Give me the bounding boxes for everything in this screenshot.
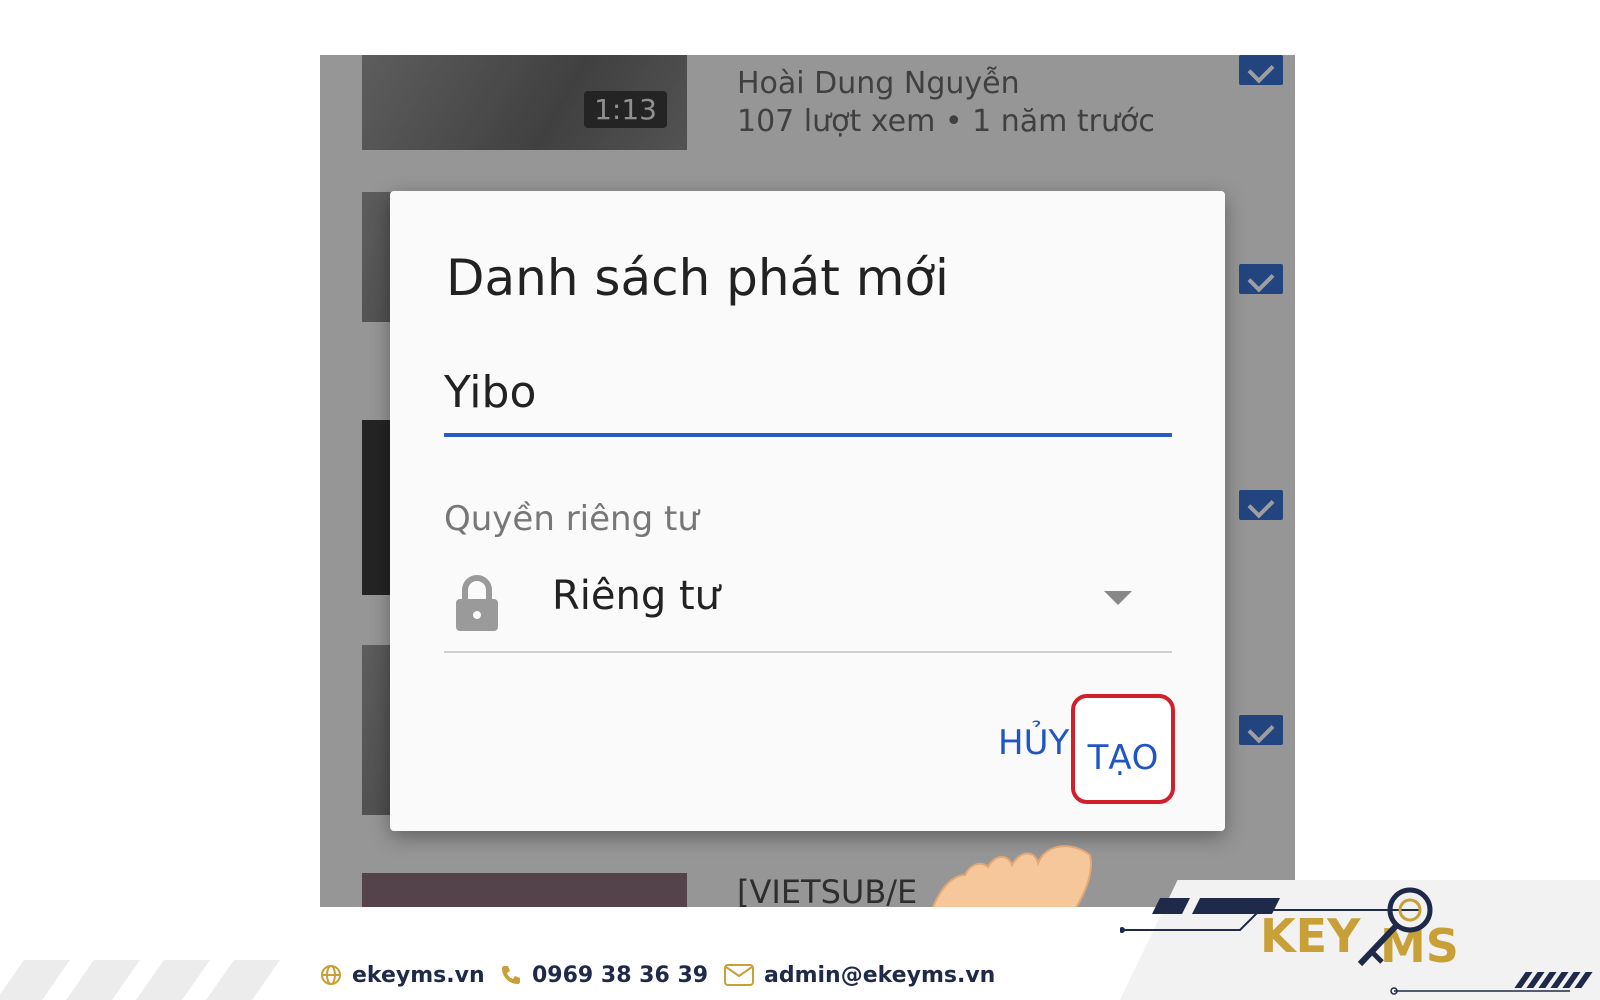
decorative-stripes — [0, 960, 320, 1000]
globe-icon — [321, 965, 341, 985]
privacy-dropdown[interactable]: Riêng tư — [444, 561, 1172, 653]
hand-cursor-icon — [931, 845, 1092, 907]
decorative-line — [1390, 987, 1570, 995]
website-contact[interactable]: ekeyms.vn — [320, 960, 485, 990]
caret-down-icon[interactable] — [1104, 591, 1132, 605]
email-contact[interactable]: admin@ekeyms.vn — [724, 960, 995, 990]
svg-text:KEY: KEY — [1260, 909, 1361, 963]
phone-icon — [502, 966, 520, 984]
website-text: ekeyms.vn — [352, 962, 485, 988]
dialog-title: Danh sách phát mới — [446, 249, 949, 307]
privacy-selected-value: Riêng tư — [552, 573, 721, 619]
playlist-name-input[interactable]: Yibo — [444, 361, 1172, 437]
privacy-label: Quyền riêng tư — [444, 499, 699, 539]
keyms-logo: KEY MS — [1260, 887, 1459, 970]
footer: ekeyms.vn 0969 38 36 39 admin@ekeyms.vn … — [0, 880, 1600, 1000]
phone-text: 0969 38 36 39 — [532, 962, 709, 988]
create-button-label: TẠO — [1087, 738, 1159, 778]
email-text: admin@ekeyms.vn — [764, 962, 996, 988]
new-playlist-dialog: Danh sách phát mới Yibo Quyền riêng tư R… — [390, 191, 1225, 831]
mail-icon — [724, 964, 754, 986]
cancel-button[interactable]: HỦY — [998, 723, 1069, 763]
phone-contact[interactable]: 0969 38 36 39 — [500, 960, 708, 990]
phone-screenshot: 1:13 Hoài Dung Nguyễn 107 lượt xem • 1 n… — [320, 55, 1295, 907]
create-button[interactable]: TẠO — [1071, 694, 1175, 804]
lock-icon — [456, 575, 498, 631]
playlist-name-value[interactable]: Yibo — [444, 367, 536, 418]
